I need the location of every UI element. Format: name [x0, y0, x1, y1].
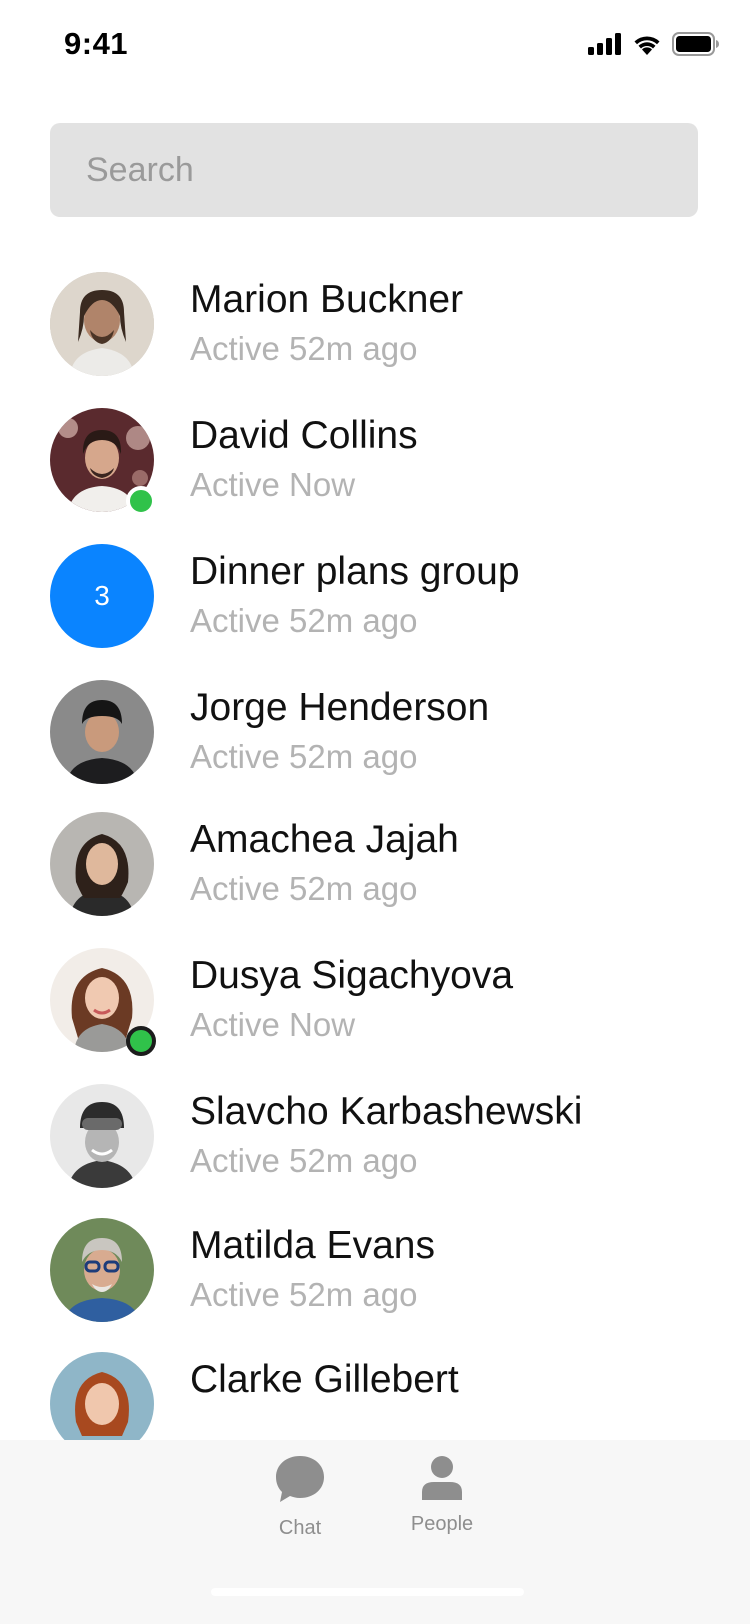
avatar [50, 272, 154, 376]
person-row-matilda-evans[interactable]: Matilda Evans Active 52m ago [50, 1218, 710, 1322]
person-status: Active 52m ago [190, 738, 418, 775]
status-bar: 9:41 [0, 0, 750, 92]
person-status: Active 52m ago [190, 330, 418, 367]
tab-label: People [410, 1513, 474, 1535]
online-indicator [126, 486, 156, 516]
avatar [50, 1084, 154, 1188]
person-row-dusya-sigachyova[interactable]: Dusya Sigachyova Active Now [50, 948, 710, 1056]
person-name: Dinner plans group [190, 550, 520, 593]
tab-label: Chat [278, 1517, 322, 1539]
person-name: Dusya Sigachyova [190, 954, 514, 997]
status-icons [588, 32, 720, 61]
search-input[interactable]: Search [50, 123, 698, 217]
group-member-count: 3 [94, 580, 110, 611]
person-name: Matilda Evans [190, 1224, 435, 1267]
person-row-jorge-henderson[interactable]: Jorge Henderson Active 52m ago [50, 680, 710, 784]
person-row-marion-buckner[interactable]: Marion Buckner Active 52m ago [50, 272, 710, 376]
person-status: Active Now [190, 1006, 356, 1043]
battery-icon [672, 32, 720, 61]
person-status: Active 52m ago [190, 602, 418, 639]
status-time: 9:41 [64, 26, 129, 61]
person-name: Jorge Henderson [190, 686, 490, 729]
cellular-signal-icon [588, 33, 622, 60]
tab-chat[interactable]: Chat [240, 1454, 360, 1554]
search-placeholder: Search [86, 150, 194, 189]
tab-bar: Chat People [0, 1440, 750, 1624]
person-name: Clarke Gillebert [190, 1358, 459, 1401]
group-avatar: 3 [50, 544, 154, 648]
person-icon [382, 1454, 502, 1505]
avatar [50, 812, 154, 916]
person-name: Amachea Jajah [190, 818, 459, 861]
person-status: Active 52m ago [190, 1142, 418, 1179]
people-screen: 9:41 Search Marion Buckner Active 52m ag… [0, 0, 750, 1624]
person-row-david-collins[interactable]: David Collins Active Now [50, 408, 710, 516]
person-row-slavcho-karbashewski[interactable]: Slavcho Karbashewski Active 52m ago [50, 1084, 710, 1188]
avatar [50, 1218, 154, 1322]
wifi-icon [632, 33, 662, 60]
chat-bubble-icon [240, 1454, 360, 1509]
person-name: David Collins [190, 414, 418, 457]
person-status: Active 52m ago [190, 1276, 418, 1313]
person-name: Marion Buckner [190, 278, 464, 321]
tab-people[interactable]: People [382, 1454, 502, 1554]
person-row-amachea-jajah[interactable]: Amachea Jajah Active 52m ago [50, 812, 710, 916]
avatar [50, 680, 154, 784]
person-status: Active 52m ago [190, 870, 418, 907]
home-indicator [211, 1588, 524, 1596]
person-row-dinner-plans-group[interactable]: 3 Dinner plans group Active 52m ago [50, 544, 710, 648]
person-status: Active Now [190, 466, 356, 503]
online-indicator [126, 1026, 156, 1056]
person-name: Slavcho Karbashewski [190, 1090, 583, 1133]
